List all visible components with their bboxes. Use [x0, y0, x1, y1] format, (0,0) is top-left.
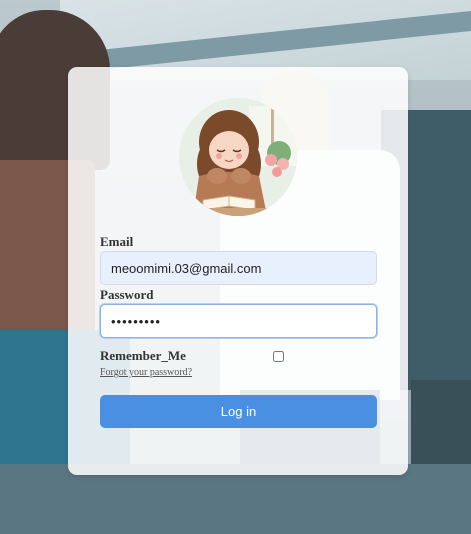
avatar: [179, 98, 297, 216]
login-card: Email Password Remember_Me Forgot your p…: [68, 67, 408, 475]
forgot-password-link[interactable]: Forgot your password?: [100, 367, 192, 378]
email-field[interactable]: [100, 251, 377, 285]
email-label: Email: [100, 234, 134, 249]
remember-me-label: Remember_Me: [100, 348, 186, 363]
password-label: Password: [100, 287, 154, 302]
remember-me-checkbox[interactable]: [273, 351, 284, 362]
password-field[interactable]: [100, 304, 377, 338]
login-button[interactable]: Log in: [100, 395, 377, 428]
